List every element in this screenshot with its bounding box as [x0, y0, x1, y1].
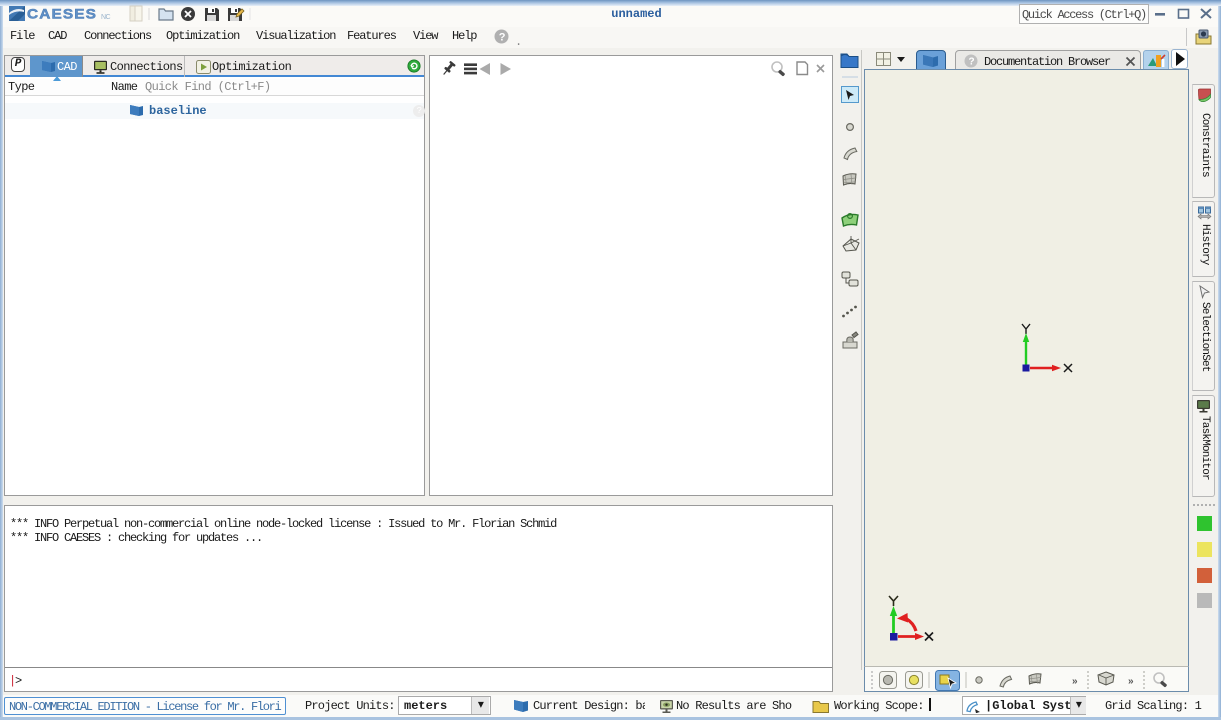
- svg-text:»: »: [1072, 676, 1078, 687]
- svg-text:»: »: [1128, 676, 1134, 687]
